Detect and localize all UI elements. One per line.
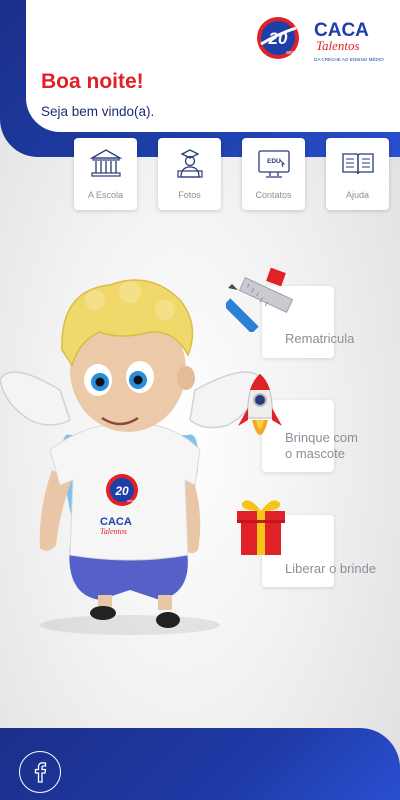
facebook-button[interactable] bbox=[19, 751, 61, 793]
menu-a-escola[interactable]: A Escola bbox=[74, 138, 137, 210]
book-icon bbox=[341, 153, 374, 175]
svg-text:Talentos: Talentos bbox=[100, 527, 127, 536]
action-label-line: o mascote bbox=[285, 446, 345, 461]
svg-text:DA CRECHE AO ENSINO MÉDIO: DA CRECHE AO ENSINO MÉDIO bbox=[314, 56, 384, 62]
ruler-pencil-icon bbox=[226, 267, 294, 332]
menu-contatos[interactable]: EDU Contatos bbox=[242, 138, 305, 210]
menu-label: Fotos bbox=[178, 190, 201, 200]
menu-label: Ajuda bbox=[345, 190, 370, 200]
action-label-line: Brinque com bbox=[285, 430, 358, 445]
footer-bar bbox=[0, 728, 400, 800]
action-label-mascote: Brinque com o mascote bbox=[285, 430, 358, 462]
logout-label: Sair bbox=[64, 0, 89, 12]
action-label-rematricula: Rematricula bbox=[285, 331, 355, 346]
computer-edu-icon: EDU bbox=[257, 150, 290, 178]
welcome-text: Seja bem vindo(a). bbox=[41, 104, 155, 119]
menu-label: Contatos bbox=[255, 190, 292, 200]
menu-label: A Escola bbox=[87, 190, 124, 200]
menu-ajuda[interactable]: Ajuda bbox=[326, 138, 389, 210]
school-logo: 20 anos CACA Talentos DA CRECHE AO ENSIN… bbox=[257, 17, 384, 62]
logout-button[interactable]: Sair bbox=[40, 0, 89, 12]
svg-text:Talentos: Talentos bbox=[316, 38, 360, 53]
menu-fotos[interactable]: Fotos bbox=[158, 138, 221, 210]
school-building-icon bbox=[89, 149, 122, 177]
svg-text:20: 20 bbox=[114, 484, 129, 498]
action-label-brinde: Liberar o brinde bbox=[285, 561, 377, 576]
svg-text:anos: anos bbox=[286, 50, 297, 56]
greeting-title: Boa noite! bbox=[41, 70, 144, 93]
graduate-icon bbox=[176, 149, 203, 178]
svg-text:20: 20 bbox=[268, 29, 288, 48]
gift-icon bbox=[237, 500, 285, 555]
svg-text:anos: anos bbox=[127, 499, 135, 503]
facebook-icon bbox=[34, 762, 47, 783]
svg-text:EDU: EDU bbox=[267, 158, 281, 165]
rocket-icon bbox=[238, 373, 282, 435]
logout-icon bbox=[42, 0, 54, 11]
